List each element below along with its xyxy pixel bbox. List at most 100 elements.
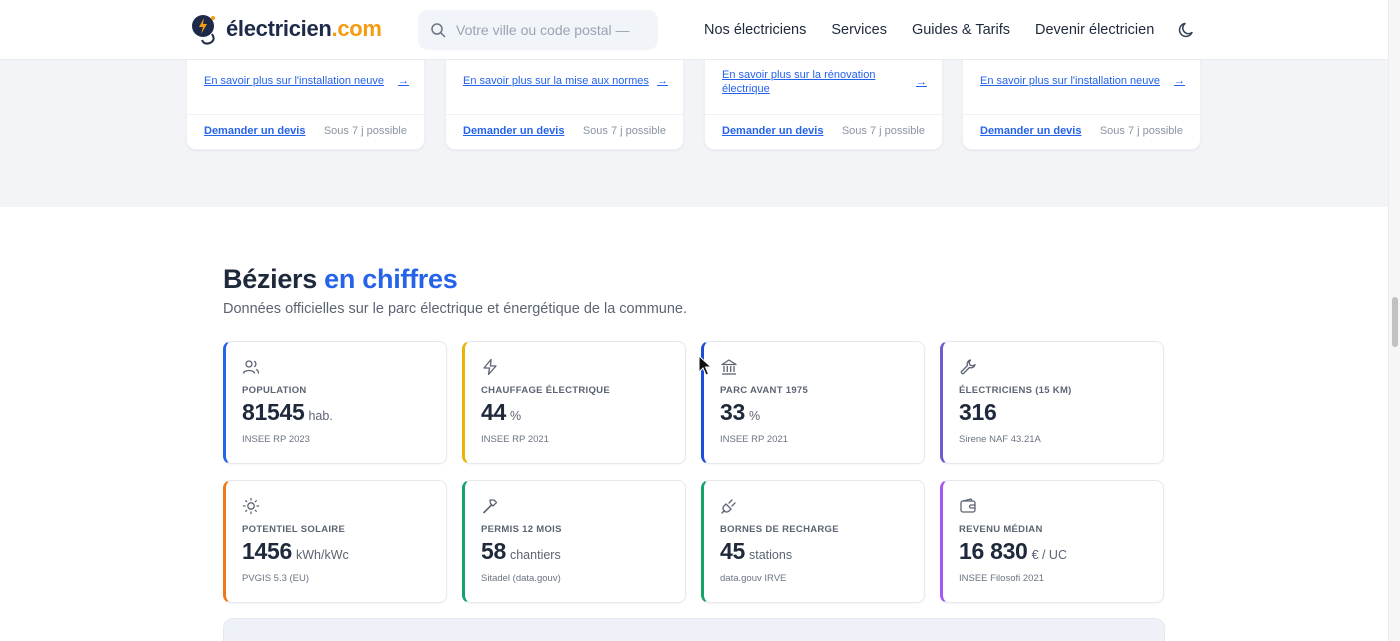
bank-icon (721, 359, 737, 375)
divider (446, 114, 683, 115)
divider (187, 114, 424, 115)
stat-card-electriciens: ÉLECTRICIENS (15 KM) 316 Sirene NAF 43.2… (940, 341, 1164, 464)
users-icon (242, 360, 260, 374)
hammer-icon (483, 499, 498, 514)
service-card: En savoir plus sur l'installation neuve →… (186, 60, 425, 150)
stats-title-city: Béziers (223, 264, 317, 294)
service-link-text: En savoir plus sur la rénovation électri… (722, 69, 876, 95)
stat-card-population: POPULATION 81545 hab. INSEE RP 2023 (223, 341, 447, 464)
logo-name: électricien (226, 16, 332, 41)
stat-value: 45 (720, 538, 745, 564)
arrow-right-icon: → (398, 75, 409, 87)
stat-value: 16 830 (959, 538, 1028, 564)
stat-unit: chantiers (509, 548, 561, 562)
stat-source: Sirene NAF 43.21A (959, 434, 1041, 445)
logo[interactable]: électricien.com (190, 12, 382, 46)
mouse-cursor-icon (698, 355, 712, 376)
stat-unit: kWh/kWc (295, 548, 349, 562)
search-box[interactable] (418, 10, 658, 50)
main-nav: Nos électriciens Services Guides & Tarif… (704, 0, 1154, 60)
stat-label: PERMIS 12 MOIS (481, 524, 562, 535)
stat-value-row: 1456 kWh/kWc (242, 538, 349, 565)
divider (705, 114, 942, 115)
info-banner (223, 618, 1165, 641)
bolt-icon (483, 358, 497, 376)
stat-card-bornes: BORNES DE RECHARGE 45 stations data.gouv … (701, 480, 925, 603)
page-scrollbar[interactable] (1388, 0, 1400, 641)
request-quote-link[interactable]: Demander un devis (204, 125, 305, 137)
services-section: En savoir plus sur l'installation neuve →… (0, 60, 1388, 207)
dark-mode-moon-icon[interactable] (1177, 20, 1197, 40)
service-more-link[interactable]: En savoir plus sur l'installation neuve → (204, 74, 409, 88)
stat-label: PARC AVANT 1975 (720, 385, 809, 396)
stat-value-row: 33% (720, 399, 760, 426)
stat-source: INSEE RP 2021 (481, 434, 549, 445)
stat-card-revenu-median: REVENU MÉDIAN 16 830 € / UC INSEE Filosof… (940, 480, 1164, 603)
logo-tld: .com (331, 16, 382, 41)
request-quote-link[interactable]: Demander un devis (463, 125, 564, 137)
arrow-right-icon: → (657, 75, 668, 87)
search-icon (431, 23, 446, 38)
stat-unit: % (748, 409, 761, 423)
stats-title-accent: en chiffres (324, 264, 458, 294)
service-more-link[interactable]: En savoir plus sur l'installation neuve → (980, 74, 1185, 88)
stat-source: INSEE RP 2021 (720, 434, 788, 445)
wrench-icon (960, 359, 976, 375)
stat-label: CHAUFFAGE ÉLECTRIQUE (481, 385, 610, 396)
delay-text: Sous 7 j possible (841, 125, 925, 137)
service-more-link[interactable]: En savoir plus sur la rénovation électri… (722, 68, 927, 96)
stat-value-row: 316 (959, 399, 1000, 426)
stat-value: 44 (481, 399, 506, 425)
nav-services[interactable]: Services (831, 22, 887, 38)
stat-value-row: 45 stations (720, 538, 792, 565)
stat-value-row: 58 chantiers (481, 538, 561, 565)
service-card: En savoir plus sur l'installation neuve →… (962, 60, 1201, 150)
stat-source: INSEE Filosofi 2021 (959, 573, 1045, 584)
divider (963, 114, 1200, 115)
service-card: En savoir plus sur la mise aux normes → D… (445, 60, 684, 150)
stat-label: POTENTIEL SOLAIRE (242, 524, 346, 535)
delay-text: Sous 7 j possible (323, 125, 407, 137)
stat-value: 1456 (242, 538, 292, 564)
nav-guides-tarifs[interactable]: Guides & Tarifs (912, 22, 1010, 38)
scrollbar-thumb[interactable] (1392, 297, 1398, 347)
nav-electriciens[interactable]: Nos électriciens (704, 22, 806, 38)
stat-unit: € / UC (1031, 548, 1067, 562)
stat-value-row: 81545 hab. (242, 399, 333, 426)
arrow-right-icon: → (916, 76, 927, 88)
nav-devenir-electricien[interactable]: Devenir électricien (1035, 22, 1154, 38)
stat-unit: % (509, 409, 522, 423)
stat-source: PVGIS 5.3 (EU) (242, 573, 310, 584)
stat-card-permis: PERMIS 12 MOIS 58 chantiers Sitadel (data… (462, 480, 686, 603)
lightbulb-logo-icon (192, 15, 215, 45)
delay-text: Sous 7 j possible (1099, 125, 1183, 137)
stats-title: Béziers en chiffres (223, 264, 458, 295)
arrow-right-icon: → (1174, 75, 1185, 87)
sun-icon (242, 497, 260, 515)
service-link-text: En savoir plus sur l'installation neuve (204, 75, 385, 87)
request-quote-link[interactable]: Demander un devis (980, 125, 1081, 137)
stat-value: 81545 (242, 399, 305, 425)
service-more-link[interactable]: En savoir plus sur la mise aux normes → (463, 74, 668, 88)
stat-unit: hab. (308, 409, 333, 423)
stat-card-parc-avant-1975: PARC AVANT 1975 33% INSEE RP 2021 (701, 341, 925, 464)
site-header: électricien.com Nos électriciens Service… (0, 0, 1388, 60)
stats-subtitle: Données officielles sur le parc électriq… (223, 301, 687, 317)
stat-card-chauffage: CHAUFFAGE ÉLECTRIQUE 44% INSEE RP 2021 (462, 341, 686, 464)
wallet-icon (960, 498, 976, 513)
search-input[interactable] (456, 22, 636, 38)
stat-source: data.gouv IRVE (720, 573, 787, 584)
stat-value-row: 16 830 € / UC (959, 538, 1067, 565)
stat-value: 316 (959, 399, 997, 425)
logo-text: électricien.com (226, 16, 382, 42)
stat-value: 58 (481, 538, 506, 564)
stat-source: INSEE RP 2023 (242, 434, 310, 445)
service-card: En savoir plus sur la rénovation électri… (704, 60, 943, 150)
service-link-text: En savoir plus sur l'installation neuve (980, 75, 1161, 87)
stat-unit: stations (748, 548, 793, 562)
request-quote-link[interactable]: Demander un devis (722, 125, 823, 137)
service-link-text: En savoir plus sur la mise aux normes (463, 75, 649, 87)
stat-label: REVENU MÉDIAN (959, 524, 1043, 535)
stat-label: POPULATION (242, 385, 307, 396)
stat-value-row: 44% (481, 399, 521, 426)
